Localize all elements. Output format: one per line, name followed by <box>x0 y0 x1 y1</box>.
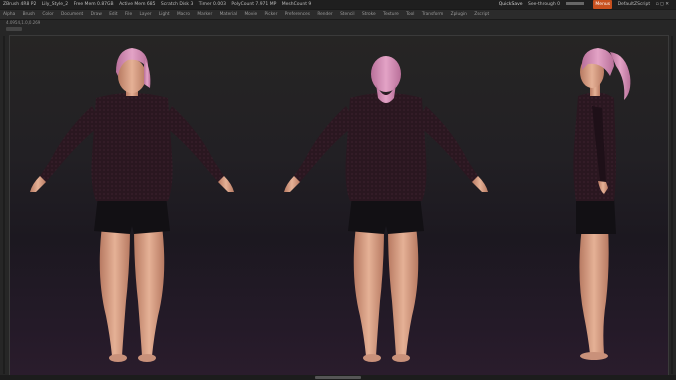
see-through-slider[interactable]: See-through 0 <box>528 0 588 9</box>
menu-zscript[interactable]: Zscript <box>471 10 492 19</box>
timer: Timer 0.003 <box>198 2 226 7</box>
menu-bar: Alpha Brush Color Document Draw Edit Fil… <box>0 9 676 20</box>
side-view-figure <box>573 48 631 360</box>
character-render <box>30 48 631 362</box>
front-view-figure <box>30 48 234 362</box>
menu-light[interactable]: Light <box>156 10 173 19</box>
menu-layer[interactable]: Layer <box>137 10 155 19</box>
default-zscript-button[interactable]: DefaultZScript <box>618 0 651 9</box>
menu-draw[interactable]: Draw <box>88 10 105 19</box>
menu-brush[interactable]: Brush <box>20 10 38 19</box>
menu-tool[interactable]: Tool <box>403 10 417 19</box>
see-through-bar[interactable] <box>565 2 584 5</box>
canvas-toggle-button[interactable] <box>6 27 22 31</box>
right-tray-edge[interactable] <box>671 36 673 374</box>
scratch-disk: Scratch Disk 3 <box>160 2 194 7</box>
menu-movie[interactable]: Movie <box>241 10 260 19</box>
menu-marker[interactable]: Marker <box>194 10 215 19</box>
back-view-figure <box>284 56 488 362</box>
free-mem: Free Mem 0.87GB <box>73 2 114 7</box>
menu-document[interactable]: Document <box>58 10 86 19</box>
viewport-canvas[interactable] <box>9 35 669 377</box>
left-tray-edge[interactable] <box>3 36 5 374</box>
menu-render[interactable]: Render <box>314 10 335 19</box>
scroll-thumb[interactable] <box>315 376 361 379</box>
menu-edit[interactable]: Edit <box>106 10 120 19</box>
menus-button[interactable]: Menus <box>593 0 613 9</box>
menu-picker[interactable]: Picker <box>262 10 281 19</box>
coordinate-readout: 4.0954,1.0,0.269 <box>6 20 41 25</box>
menu-texture[interactable]: Texture <box>380 10 402 19</box>
menu-transform[interactable]: Transform <box>419 10 446 19</box>
document-name: Lily_Style_2 <box>41 2 69 7</box>
menu-alpha[interactable]: Alpha <box>0 10 18 19</box>
menu-zplugin[interactable]: Zplugin <box>448 10 470 19</box>
active-mem: Active Mem 685 <box>119 2 156 7</box>
poly-count: PolyCount 7.971 MP <box>231 2 277 7</box>
menu-stencil[interactable]: Stencil <box>337 10 358 19</box>
menu-color[interactable]: Color <box>39 10 56 19</box>
app-title: ZBrush 4R8 P2 <box>3 2 37 7</box>
menu-macro[interactable]: Macro <box>174 10 193 19</box>
menu-preferences[interactable]: Preferences <box>282 10 313 19</box>
title-bar: ZBrush 4R8 P2 Lily_Style_2 Free Mem 0.87… <box>0 0 676 9</box>
mesh-count: MeshCount 9 <box>281 2 312 7</box>
menu-stroke[interactable]: Stroke <box>359 10 379 19</box>
see-through-label: See-through 0 <box>527 2 560 7</box>
menu-file[interactable]: File <box>122 10 135 19</box>
window-controls-icon[interactable]: ▫ ◻ ✕ <box>656 0 669 9</box>
quicksave-button[interactable]: QuickSave <box>499 0 523 9</box>
menu-material[interactable]: Material <box>217 10 240 19</box>
